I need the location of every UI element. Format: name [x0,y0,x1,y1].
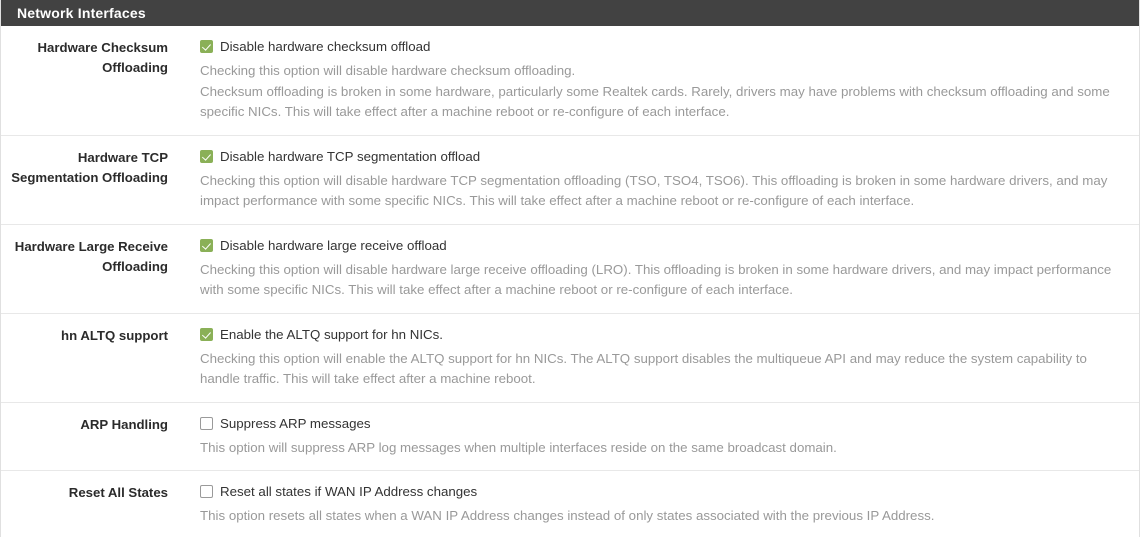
help-text-line: This option resets all states when a WAN… [200,508,935,523]
help-text-line: Checksum offloading is broken in some ha… [200,83,1110,120]
checkbox-label: Reset all states if WAN IP Address chang… [220,484,478,499]
row-control-cell: Reset all states if WAN IP Address chang… [178,482,1139,527]
help-text-line: Checking this option will enable the ALT… [200,350,1087,387]
setting-label: Hardware Large Receive Offloading [14,238,168,274]
checkbox-label: Suppress ARP messages [220,415,371,431]
checkbox-row[interactable]: Suppress ARP messages [200,414,1123,434]
checkbox-row[interactable]: Enable the ALTQ support for hn NICs. [200,325,1123,345]
row-label-cell: Reset All States [1,482,178,503]
row-label-cell: hn ALTQ support [1,325,178,346]
checkbox-checked-icon[interactable] [200,238,213,252]
settings-row: Hardware Large Receive Offloading Disable… [1,225,1139,314]
page-title: Network Interfaces [17,5,146,21]
row-label-cell: Hardware Large Receive Offloading [1,236,178,277]
checkbox-unchecked-icon[interactable] [200,416,213,430]
help-text-line: Checking this option will disable hardwa… [200,172,1108,209]
row-control-cell: Disable hardware checksum offload Checkin… [178,37,1139,123]
settings-row: Hardware TCP Segmentation Offloading Disa… [1,136,1139,225]
help-text: This option resets all states when a WAN… [200,506,1123,527]
row-label-cell: ARP Handling [1,414,178,435]
help-text: Checking this option will enable the ALT… [200,349,1123,390]
settings-form: Hardware Checksum Offloading Disable hard… [1,26,1139,537]
checkbox-row[interactable]: Disable hardware large receive offload [200,236,1123,256]
checkbox-checked-icon[interactable] [200,327,213,341]
setting-label: hn ALTQ support [61,327,168,343]
checkbox-label: Enable the ALTQ support for hn NICs. [220,326,443,342]
checkbox-row[interactable]: Disable hardware checksum offload [200,37,1123,57]
help-text: Checking this option will disable hardwa… [200,61,1123,123]
network-interfaces-panel: Network Interfaces Hardware Checksum Off… [0,0,1140,537]
row-control-cell: Disable hardware large receive offload Ch… [178,236,1139,301]
settings-row: ARP Handling Suppress ARP messages This op… [1,403,1139,471]
setting-label: Reset All States [68,485,168,500]
checkbox-row[interactable]: Reset all states if WAN IP Address chang… [200,482,1123,502]
checkbox-checked-icon[interactable] [200,149,213,163]
help-text: Checking this option will disable hardwa… [200,260,1123,301]
setting-label: ARP Handling [80,416,168,432]
checkbox-label: Disable hardware large receive offload [220,237,447,253]
setting-label: Hardware Checksum Offloading [37,40,168,75]
help-text: Checking this option will disable hardwa… [200,171,1123,212]
help-text-line: Checking this option will disable hardwa… [200,261,1112,298]
checkbox-checked-icon[interactable] [200,40,213,53]
row-control-cell: Enable the ALTQ support for hn NICs. Chec… [178,325,1139,390]
setting-label: Hardware TCP Segmentation Offloading [11,149,168,185]
settings-row: Reset All States Reset all states if WAN … [1,471,1139,537]
checkbox-label: Disable hardware TCP segmentation offloa… [220,148,481,164]
checkbox-unchecked-icon[interactable] [200,485,213,498]
panel-header: Network Interfaces [1,0,1139,26]
help-text-line: This option will suppress ARP log messag… [200,439,837,455]
checkbox-row[interactable]: Disable hardware TCP segmentation offloa… [200,147,1123,167]
settings-row: Hardware Checksum Offloading Disable hard… [1,26,1139,136]
checkbox-label: Disable hardware checksum offload [220,39,431,54]
row-control-cell: Disable hardware TCP segmentation offloa… [178,147,1139,212]
row-control-cell: Suppress ARP messages This option will su… [178,414,1139,459]
row-label-cell: Hardware Checksum Offloading [1,37,178,78]
settings-row: hn ALTQ support Enable the ALTQ support f… [1,314,1139,403]
row-label-cell: Hardware TCP Segmentation Offloading [1,147,178,188]
help-text-line: Checking this option will disable hardwa… [200,63,576,78]
help-text: This option will suppress ARP log messag… [200,438,1123,459]
